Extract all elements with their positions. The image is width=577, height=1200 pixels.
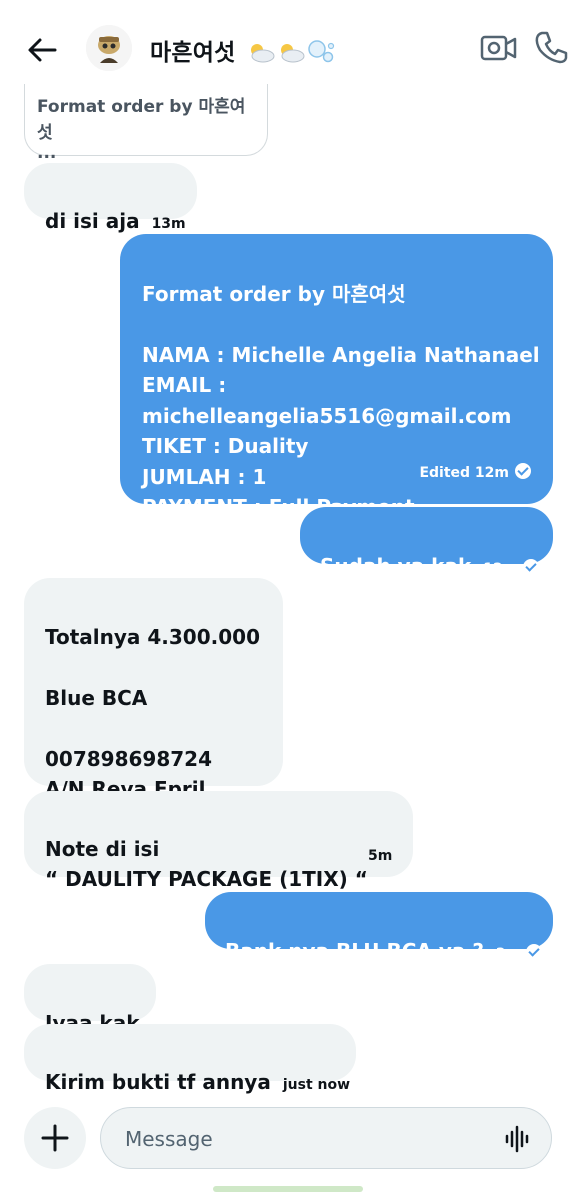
message-text: di isi aja [45,208,140,233]
message-bubble-incoming[interactable]: Kirim bukti tf annya just now [24,1024,356,1094]
message-text: Kirim bukti tf annya [45,1069,271,1094]
attach-button[interactable] [24,1107,86,1169]
message-time: 5m [368,848,393,864]
back-arrow-icon [28,38,57,62]
home-indicator [213,1186,363,1192]
read-check-icon [523,558,540,575]
bubbles-icon [307,40,334,63]
reply-preview-ellipsis: ... [37,143,57,163]
message-text: Totalnya 4.300.000 Blue BCA 007898698724… [45,624,260,802]
sun-behind-cloud-icon [280,44,305,63]
chat-header: 마흔여섯 [0,0,577,96]
message-composer[interactable] [100,1107,552,1169]
message-bubble-incoming[interactable]: Totalnya 4.300.000 Blue BCA 007898698724… [24,578,283,801]
message-time: 12m [483,560,518,577]
message-bubble-incoming[interactable]: Iyaa kak [24,964,156,1035]
avatar-image [86,25,132,71]
video-call-button[interactable] [480,32,518,64]
message-bubble-incoming[interactable]: Note di isi “ DAULITY PACKAGE (1TIX) “ 5… [24,791,413,891]
chat-title-text: 마흔여섯 [150,40,236,66]
phone-icon [535,31,568,64]
message-time: Edited 12m [419,464,509,481]
read-check-icon [515,462,531,479]
sun-behind-cloud-icon [250,44,275,63]
reply-preview-text: Format order by 마흔여섯 [37,97,246,143]
message-time: 2m [495,945,521,962]
message-time: just now [282,1076,351,1093]
voice-message-button[interactable] [503,1124,533,1154]
message-text: Note di isi “ DAULITY PACKAGE (1TIX) “ [45,836,368,892]
avatar[interactable] [86,25,132,71]
message-meta: Edited 12m [407,455,531,489]
message-bubble-outgoing[interactable]: Format order by 마흔여섯 NAMA : Michelle Ang… [120,234,553,519]
plus-icon [41,1124,69,1152]
chat-screen: 마흔여섯 Format order by 마흔여섯 ... di isi aja… [0,0,577,1200]
back-button[interactable] [22,30,62,70]
message-bubble-incoming[interactable]: di isi aja 13m [24,163,197,233]
message-text: Sudah ya kak [320,553,472,578]
message-bubble-outgoing[interactable]: Bank nya BLU BCA ya ? 2m [205,892,553,963]
read-check-icon [526,943,543,960]
message-bubble-outgoing[interactable]: Sudah ya kak 12m [300,507,553,578]
message-input[interactable] [125,1124,485,1154]
reply-preview-card[interactable]: Format order by 마흔여섯 ... [24,84,268,162]
message-text: Bank nya BLU BCA ya ? [225,938,484,963]
voice-call-button[interactable] [534,29,570,65]
chat-title[interactable]: 마흔여섯 [150,33,336,66]
message-time: 13m [151,215,186,232]
audio-waveform-icon [505,1125,529,1153]
video-camera-icon [480,35,517,61]
